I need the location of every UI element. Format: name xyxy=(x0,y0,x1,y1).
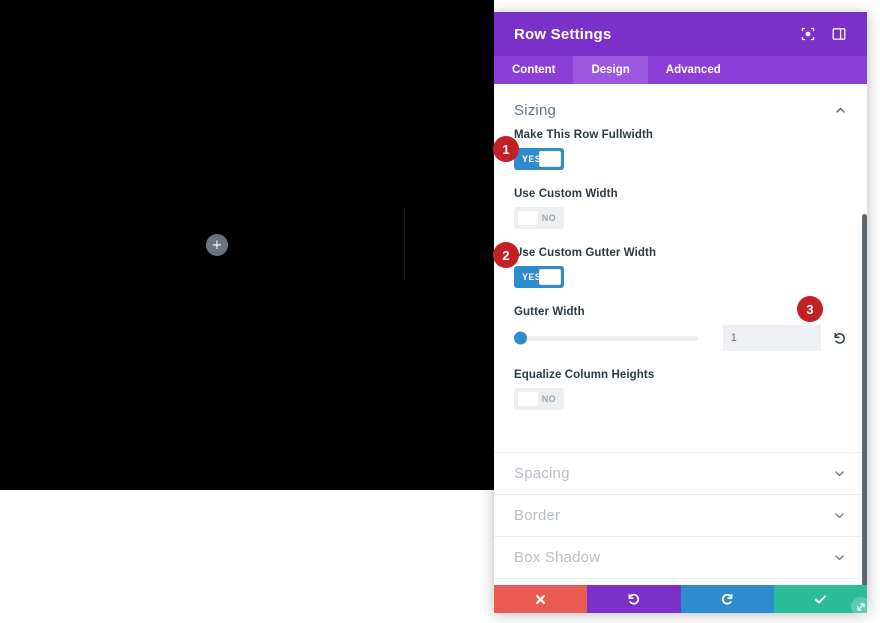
field-use-custom-gutter-width: Use Custom Gutter Width YES xyxy=(514,247,847,288)
toggle-equalize-column-heights[interactable]: NO xyxy=(514,388,564,410)
chevron-down-icon[interactable] xyxy=(833,467,847,481)
toggle-knob xyxy=(517,210,539,226)
field-make-row-fullwidth: Make This Row Fullwidth YES xyxy=(514,129,847,170)
field-label: Use Custom Width xyxy=(514,188,618,200)
redo-button[interactable] xyxy=(680,585,774,613)
section-box-shadow[interactable]: Box Shadow xyxy=(494,536,867,578)
chevron-down-icon[interactable] xyxy=(833,509,847,523)
field-label: Equalize Column Heights xyxy=(514,369,655,381)
section-box-shadow-title: Box Shadow xyxy=(514,549,601,566)
toggle-value: YES xyxy=(522,272,542,282)
section-sizing-header[interactable]: Sizing xyxy=(514,84,847,129)
app-root: + Row Settings Content Design Advanced S… xyxy=(0,0,880,623)
tab-advanced[interactable]: Advanced xyxy=(648,56,739,84)
settings-scroll-area: Sizing Make This Row Fullwidth YES Use C… xyxy=(494,84,867,612)
chevron-down-icon[interactable] xyxy=(833,551,847,565)
field-use-custom-width: Use Custom Width NO xyxy=(514,188,847,229)
section-sizing-title: Sizing xyxy=(514,102,557,119)
gutter-width-control xyxy=(514,325,847,351)
toggle-knob xyxy=(539,269,561,285)
undo-button[interactable] xyxy=(587,585,681,613)
field-label: Use Custom Gutter Width xyxy=(514,247,657,259)
check-icon xyxy=(814,594,826,604)
gutter-width-input[interactable] xyxy=(722,325,821,351)
annotation-badge-2: 2 xyxy=(493,242,519,268)
slider-track xyxy=(514,335,698,341)
resize-arrow-icon xyxy=(857,603,865,611)
close-icon xyxy=(536,594,546,604)
resize-handle[interactable] xyxy=(851,597,871,617)
panel-header: Row Settings xyxy=(494,12,867,56)
target-icon[interactable] xyxy=(799,26,816,43)
field-label: Make This Row Fullwidth xyxy=(514,129,654,141)
toggle-value: NO xyxy=(541,213,556,223)
toggle-value: NO xyxy=(541,394,556,404)
column-divider xyxy=(404,208,405,280)
toggle-use-custom-width[interactable]: NO xyxy=(514,207,564,229)
section-sizing: Sizing Make This Row Fullwidth YES Use C… xyxy=(494,84,867,410)
layout-panel-icon[interactable] xyxy=(830,26,847,43)
page-title: Row Settings xyxy=(514,25,612,43)
plus-icon: + xyxy=(211,237,223,253)
tab-design[interactable]: Design xyxy=(573,56,648,84)
redo-icon xyxy=(721,593,733,605)
undo-icon xyxy=(628,593,640,605)
panel-action-bar xyxy=(494,585,867,613)
annotation-badge-3: 3 xyxy=(797,296,823,322)
toggle-knob xyxy=(517,391,539,407)
toggle-value: YES xyxy=(522,154,542,164)
section-border-title: Border xyxy=(514,507,561,524)
section-spacing-title: Spacing xyxy=(514,465,570,482)
tab-content[interactable]: Content xyxy=(494,56,573,84)
builder-canvas: + xyxy=(0,0,494,490)
panel-body: Sizing Make This Row Fullwidth YES Use C… xyxy=(494,84,867,612)
slider-handle[interactable] xyxy=(514,331,527,345)
reset-icon[interactable] xyxy=(832,330,847,346)
toggle-make-row-fullwidth[interactable]: YES xyxy=(514,148,564,170)
annotation-badge-1: 1 xyxy=(493,136,519,162)
chevron-up-icon[interactable] xyxy=(833,104,847,118)
page-body-area xyxy=(0,490,494,623)
toggle-knob xyxy=(539,151,561,167)
cancel-button[interactable] xyxy=(494,585,588,613)
panel-scrollbar[interactable] xyxy=(862,214,867,604)
panel-tabs: Content Design Advanced xyxy=(494,56,867,84)
toggle-use-custom-gutter-width[interactable]: YES xyxy=(514,266,564,288)
section-border[interactable]: Border xyxy=(494,494,867,536)
panel-header-icons xyxy=(799,26,847,43)
gutter-width-slider[interactable] xyxy=(514,328,698,348)
add-row-button[interactable]: + xyxy=(206,234,228,256)
section-spacing[interactable]: Spacing xyxy=(494,452,867,494)
field-equalize-column-heights: Equalize Column Heights NO xyxy=(514,369,847,410)
